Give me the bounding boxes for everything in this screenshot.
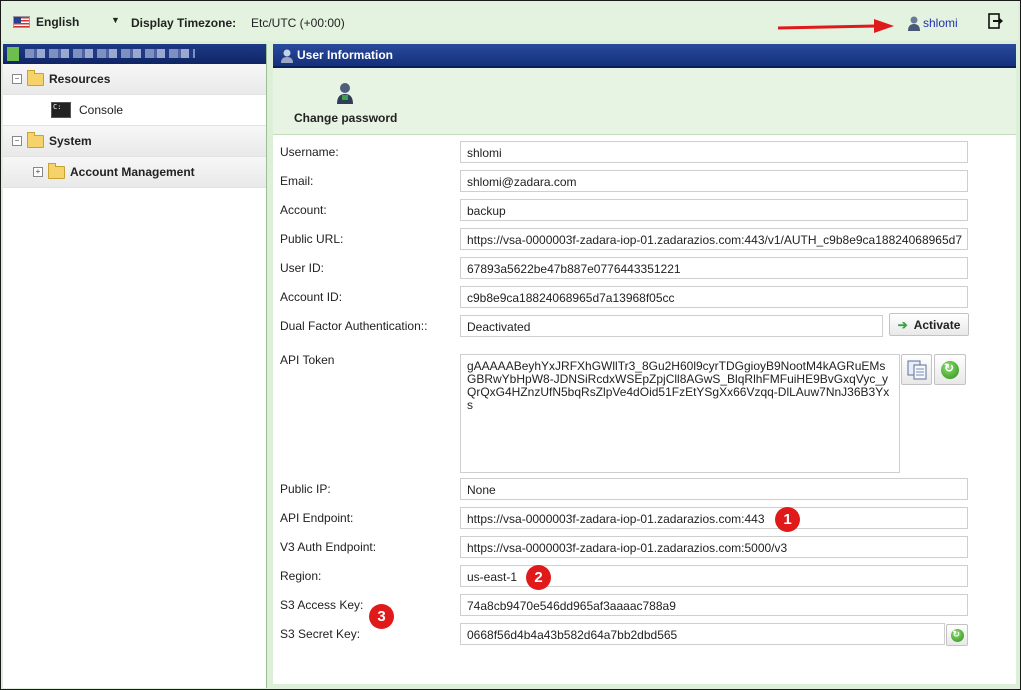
user-id-field[interactable]: 67893a5622be47b887e0776443351221 [460, 257, 968, 279]
sidebar-header [3, 44, 266, 64]
user-icon [908, 16, 920, 31]
console-icon [51, 102, 71, 118]
v3-auth-label: V3 Auth Endpoint: [280, 540, 377, 554]
api-endpoint-label: API Endpoint: [280, 511, 354, 525]
s3-secret-field[interactable]: 0668f56d4b4a43b582d64a7bb2dbd565 [460, 623, 945, 645]
dual-factor-label: Dual Factor Authentication:: [280, 319, 428, 333]
s3-secret-label: S3 Secret Key: [280, 627, 361, 641]
sidebar-item-label: Console [79, 103, 124, 117]
arrow-right-icon: ➔ [897, 317, 908, 332]
timezone-value[interactable]: Etc/UTC (+00:00) [251, 16, 345, 30]
language-selector[interactable]: English [13, 15, 79, 29]
account-id-field[interactable]: c9b8e9ca18824068965d7a13968f05cc [460, 286, 968, 308]
sidebar-item-label: Account Management [70, 165, 195, 179]
panel-header: User Information [273, 44, 1016, 68]
change-password-icon[interactable] [336, 82, 354, 104]
api-endpoint-field[interactable]: https://vsa-0000003f-zadara-iop-01.zadar… [460, 507, 968, 529]
public-ip-label: Public IP: [280, 482, 331, 496]
chevron-down-icon[interactable]: ▼ [111, 15, 120, 25]
copy-icon [907, 360, 926, 379]
email-field[interactable]: shlomi@zadara.com [460, 170, 968, 192]
folder-icon [48, 162, 65, 179]
toolbar: Change password [273, 68, 1016, 135]
annotation-badge-2: 2 [526, 565, 551, 590]
collapse-icon[interactable]: − [12, 74, 22, 84]
timezone-label: Display Timezone: [131, 16, 237, 30]
user-id-label: User ID: [280, 261, 325, 275]
expand-icon[interactable]: + [33, 167, 43, 177]
account-id-label: Account ID: [280, 290, 343, 304]
email-label: Email: [280, 174, 314, 188]
sidebar-item-label: System [49, 134, 92, 148]
sidebar-item-account-management[interactable]: + Account Management [3, 157, 266, 188]
username-link[interactable]: shlomi [923, 16, 958, 30]
copy-button[interactable] [901, 354, 932, 385]
activate-button-label: Activate [913, 317, 961, 332]
public-ip-field[interactable]: None [460, 478, 968, 500]
api-token-textarea[interactable]: gAAAAABeyhYxJRFXhGWllTr3_8Gu2H60l9cyrTDG… [460, 354, 900, 473]
user-info-icon [281, 49, 293, 63]
username-field[interactable]: shlomi [460, 141, 968, 163]
s3-access-field[interactable]: 74a8cb9470e546dd965af3aaaac788a9 [460, 594, 968, 616]
logout-icon[interactable] [988, 13, 1004, 29]
annotation-arrow-icon [777, 19, 894, 33]
main-panel: User Information Change password Usernam… [273, 44, 1016, 684]
sidebar: − Resources Console − System + Account M… [3, 44, 267, 688]
region-label: Region: [280, 569, 322, 583]
regenerate-secret-button[interactable] [946, 624, 968, 646]
public-url-label: Public URL: [280, 232, 344, 246]
folder-icon [27, 69, 44, 86]
folder-icon [27, 131, 44, 148]
regenerate-token-button[interactable] [934, 354, 966, 385]
sidebar-item-label: Resources [49, 72, 111, 86]
refresh-icon [941, 360, 959, 379]
user-menu[interactable]: shlomi [907, 15, 958, 31]
annotation-badge-3: 3 [369, 604, 394, 629]
refresh-icon [950, 628, 964, 642]
sidebar-item-system[interactable]: − System [3, 126, 266, 157]
api-token-label: API Token [280, 353, 335, 367]
sidebar-item-resources[interactable]: − Resources [3, 64, 266, 95]
account-label: Account: [280, 203, 327, 217]
language-label: English [36, 15, 80, 29]
collapse-icon[interactable]: − [12, 136, 22, 146]
blurred-account-name [25, 49, 195, 58]
v3-auth-field[interactable]: https://vsa-0000003f-zadara-iop-01.zadar… [460, 536, 968, 558]
sidebar-item-console[interactable]: Console [3, 95, 266, 126]
s3-access-label: S3 Access Key: [280, 598, 364, 612]
sidebar-header-icon [7, 47, 19, 61]
public-url-field[interactable]: https://vsa-0000003f-zadara-iop-01.zadar… [460, 228, 968, 250]
change-password-button[interactable]: Change password [294, 111, 397, 125]
panel-title: User Information [297, 48, 394, 62]
username-label: Username: [280, 145, 339, 159]
top-bar: English ▼ Display Timezone: Etc/UTC (+00… [1, 1, 1018, 41]
activate-button[interactable]: ➔ Activate [889, 313, 969, 336]
account-field[interactable]: backup [460, 199, 968, 221]
us-flag-icon [13, 16, 30, 28]
dual-factor-field[interactable]: Deactivated [460, 315, 883, 337]
annotation-badge-1: 1 [775, 507, 800, 532]
